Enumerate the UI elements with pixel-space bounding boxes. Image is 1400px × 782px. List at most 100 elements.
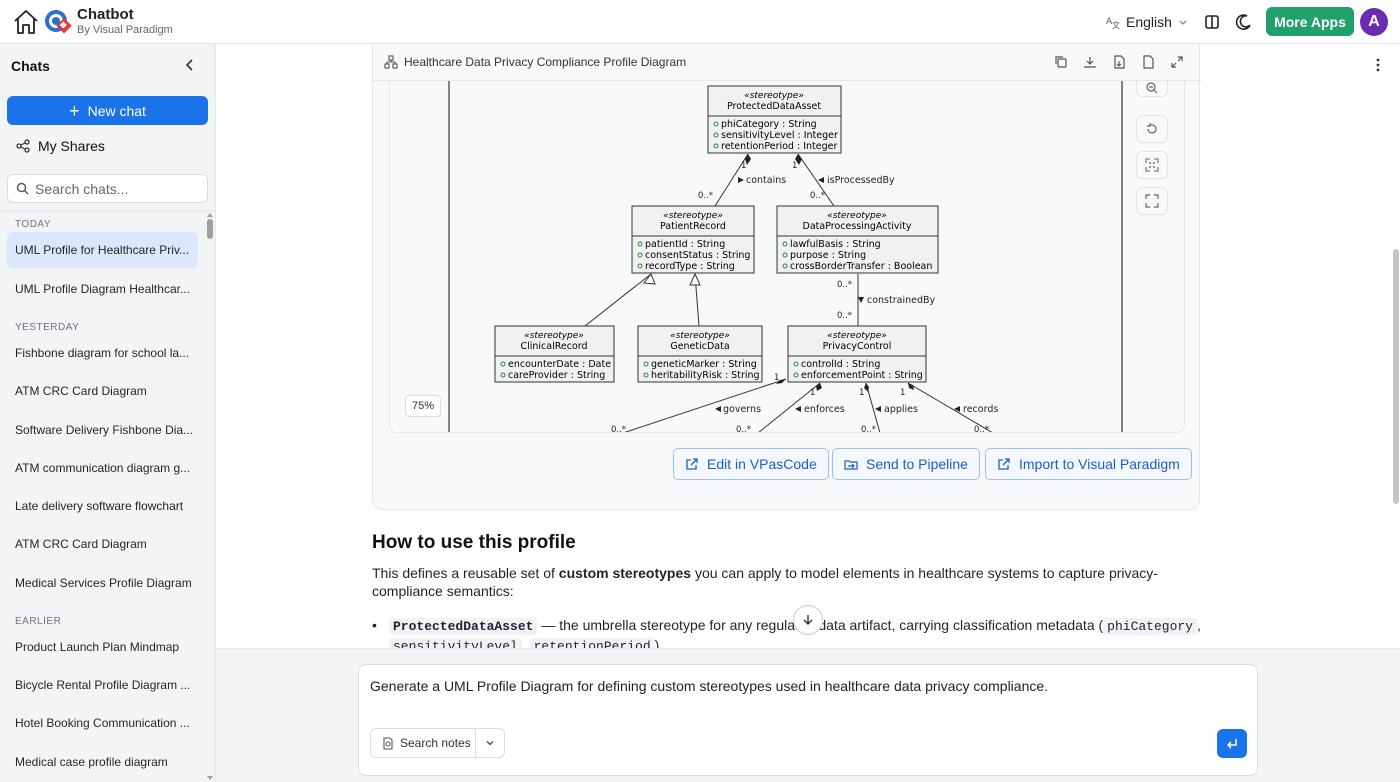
class-attribute: geneticMarker : String [651,359,757,370]
new-chat-button[interactable]: + New chat [7,96,208,125]
direction-arrow-icon [738,177,744,183]
my-shares-link[interactable]: My Shares [16,137,105,155]
search-icon [16,182,29,195]
direction-arrow-icon [858,297,864,303]
chat-item[interactable]: Late delivery software flowchart [7,488,198,524]
export-file-icon[interactable] [1112,55,1126,69]
class-attribute: phiCategory : String [721,119,817,130]
stereotype-label: «stereotype» [827,331,887,341]
class-name: PrivacyControl [823,341,892,352]
stereotype-label: «stereotype» [744,91,804,101]
reset-view-button[interactable] [1136,115,1168,143]
class-data-processing-activity[interactable]: «stereotype» DataProcessingActivity lawf… [776,205,939,274]
class-attribute: careProvider : String [508,370,605,381]
fit-to-screen-button[interactable] [1136,151,1168,179]
multiplicity: 0..* [810,191,825,201]
chat-item[interactable]: ATM CRC Card Diagram [7,526,198,562]
fullscreen-button[interactable] [1136,187,1168,215]
composition-diamond-icon [908,383,914,390]
inline-code: retentionPeriod [529,638,655,648]
multiplicity: 0..* [861,425,876,433]
search-chats [7,174,208,203]
more-options-icon[interactable] [1376,58,1380,72]
chat-item[interactable]: ATM CRC Card Diagram [7,373,198,409]
multiplicity: 1 [859,388,864,398]
class-clinical-record[interactable]: «stereotype» ClinicalRecord encounterDat… [494,325,615,383]
section-heading: How to use this profile [372,532,576,553]
language-selector[interactable]: A文 English [1106,11,1188,33]
composition-diamond-icon [864,383,869,392]
assoc-label-applies: applies [884,404,918,415]
diagram-card: Healthcare Data Privacy Compliance Profi… [372,44,1201,510]
svg-text:文: 文 [1112,20,1120,29]
home-icon[interactable] [12,8,40,36]
edit-label: Edit in VPasCode [707,456,817,472]
sidebar-scroll-thumb[interactable] [207,219,213,239]
intro-paragraph: This defines a reusable set of custom st… [372,564,1202,600]
search-notes-button[interactable]: Search notes [371,729,477,757]
multiplicity: 1 [741,161,746,171]
file-icon[interactable] [1141,55,1155,69]
plus-icon: + [69,100,80,121]
diagram-canvas[interactable]: contains isProcessedBy constrainedBy gov… [389,81,1185,433]
import-to-visual-paradigm-button[interactable]: Import to Visual Paradigm [985,448,1192,480]
class-attribute: consentStatus : String [645,250,750,261]
scroll-to-bottom-button[interactable] [793,605,823,635]
external-link-icon [998,458,1010,470]
inheritance-arrow-icon [689,272,701,286]
class-attribute: purpose : String [790,250,866,261]
class-privacy-control[interactable]: «stereotype» PrivacyControl controlId : … [787,325,927,383]
class-attribute: crossBorderTransfer : Boolean [790,261,932,272]
chat-item[interactable]: Bicycle Rental Profile Diagram ... [7,667,198,703]
send-to-pipeline-button[interactable]: Send to Pipeline [832,448,980,480]
send-button[interactable] [1217,729,1247,758]
multiplicity: 1 [810,388,815,398]
avatar[interactable]: A [1360,8,1388,36]
diagram-title: Healthcare Data Privacy Compliance Profi… [404,55,687,69]
bullet-text: ). [654,637,664,648]
para-text: This defines a reusable set of [372,565,559,581]
class-genetic-data[interactable]: «stereotype» GeneticData geneticMarker :… [637,325,763,383]
class-patient-record[interactable]: «stereotype» PatientRecord patientId : S… [631,205,755,274]
prompt-input[interactable]: Generate a UML Profile Diagram for defin… [370,678,1048,694]
more-apps-button[interactable]: More Apps [1266,7,1354,36]
edit-in-vpascode-button[interactable]: Edit in VPasCode [673,448,829,480]
assoc-label-contains: contains [746,175,786,186]
chat-item[interactable]: Medical case profile diagram [7,744,198,780]
chat-item[interactable]: UML Profile for Healthcare Priv... [7,232,198,268]
multiplicity: 0..* [837,311,852,321]
chat-item[interactable]: Hotel Booking Communication ... [7,705,198,741]
direction-arrow-icon [795,406,801,412]
class-attribute: controlId : String [801,359,880,370]
class-protected-data-asset[interactable]: «stereotype» ProtectedDataAsset phiCateg… [707,85,842,154]
chat-item[interactable]: ATM communication diagram g... [7,450,198,486]
download-icon[interactable] [1083,55,1097,69]
collapse-sidebar-icon[interactable] [183,58,197,72]
sidebar-title: Chats [11,58,50,74]
assoc-label-isprocessedby: isProcessedBy [827,175,895,186]
chat-item[interactable]: Medical Services Profile Diagram [7,565,198,601]
search-notes-dropdown[interactable] [476,729,504,757]
main-scroll-thumb[interactable] [1393,249,1399,504]
sidebar-toggle-icon[interactable] [1202,12,1222,32]
chat-item[interactable]: UML Profile Diagram Healthcar... [7,271,198,307]
message-composer[interactable]: Generate a UML Profile Diagram for defin… [358,664,1258,776]
inline-code: ProtectedDataAsset [389,618,538,635]
group-label-today: TODAY [15,219,52,230]
import-label: Import to Visual Paradigm [1019,456,1180,472]
chat-item[interactable]: Fishbone diagram for school la... [7,335,198,371]
dark-mode-icon[interactable] [1234,12,1254,32]
expand-icon[interactable] [1170,55,1184,69]
copy-icon[interactable] [1054,55,1068,69]
chat-item[interactable]: Product Launch Plan Mindmap [7,629,198,665]
translate-icon: A文 [1106,17,1120,29]
stereotype-label: «stereotype» [663,211,723,221]
class-name: PatientRecord [660,221,726,232]
sidebar-scrollbar[interactable] [205,211,215,782]
scroll-down-icon [207,776,213,780]
enter-icon [1226,738,1237,749]
main-scrollbar[interactable] [1392,44,1400,648]
search-input[interactable] [35,180,195,197]
class-attribute: enforcementPoint : String [801,370,923,381]
chat-item[interactable]: Software Delivery Fishbone Dia... [7,412,198,448]
